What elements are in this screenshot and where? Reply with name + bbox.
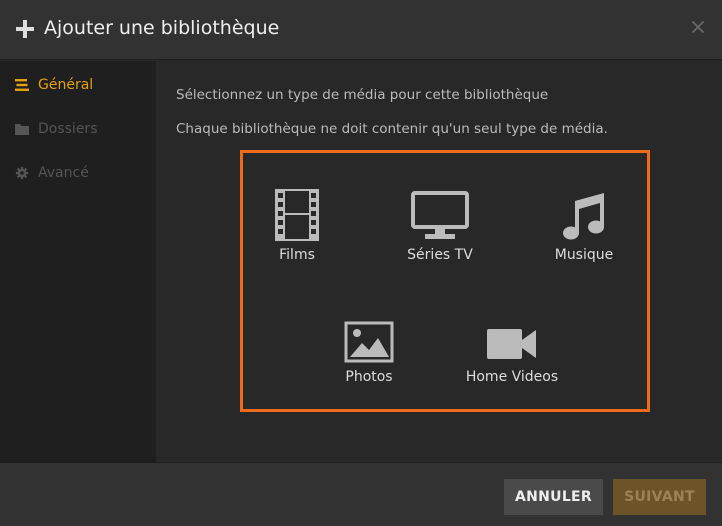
- media-type-picker: Films Séries TV Musique Photos Home Vide…: [240, 150, 650, 412]
- media-type-label: Home Videos: [465, 369, 559, 385]
- media-type-films[interactable]: Films: [237, 185, 357, 263]
- add-library-dialog: Ajouter une bibliothèque × Général Dossi…: [0, 0, 722, 526]
- sidebar-item-label: Dossiers: [38, 121, 98, 137]
- media-type-tv-shows[interactable]: Séries TV: [380, 185, 500, 263]
- media-type-label: Photos: [345, 369, 393, 385]
- main-content: Sélectionnez un type de média pour cette…: [156, 61, 722, 462]
- media-type-music[interactable]: Musique: [524, 185, 644, 263]
- instruction-text: Sélectionnez un type de média pour cette…: [176, 87, 549, 103]
- media-type-label: Films: [279, 247, 315, 263]
- cancel-button[interactable]: ANNULER: [504, 479, 603, 515]
- media-type-label: Musique: [554, 247, 614, 263]
- dialog-footer: ANNULER SUIVANT: [0, 462, 722, 526]
- sidebar-item-folders[interactable]: Dossiers: [14, 117, 98, 141]
- video-camera-icon: [487, 329, 536, 359]
- photo-icon: [344, 321, 394, 363]
- sidebar-item-advanced[interactable]: Avancé: [14, 161, 89, 185]
- close-icon[interactable]: ×: [688, 16, 708, 40]
- media-type-label: Séries TV: [407, 247, 473, 263]
- gear-icon: [15, 166, 29, 180]
- media-type-home-videos[interactable]: Home Videos: [452, 307, 572, 385]
- folder-icon: [15, 124, 29, 135]
- dialog-header: Ajouter une bibliothèque ×: [0, 0, 722, 60]
- tv-icon: [411, 191, 469, 239]
- plus-icon: [16, 20, 34, 38]
- sidebar-item-label: Général: [38, 77, 94, 93]
- next-button[interactable]: SUIVANT: [613, 479, 706, 515]
- music-icon: [563, 193, 604, 240]
- sidebar-item-general[interactable]: Général: [14, 73, 93, 97]
- list-icon: [15, 79, 29, 91]
- dialog-title: Ajouter une bibliothèque: [44, 17, 280, 39]
- film-icon: [275, 189, 319, 241]
- sidebar: Général Dossiers Avancé: [0, 61, 156, 462]
- media-type-photos[interactable]: Photos: [309, 307, 429, 385]
- sidebar-item-label: Avancé: [38, 165, 89, 181]
- helper-text: Chaque bibliothèque ne doit contenir qu'…: [176, 121, 608, 137]
